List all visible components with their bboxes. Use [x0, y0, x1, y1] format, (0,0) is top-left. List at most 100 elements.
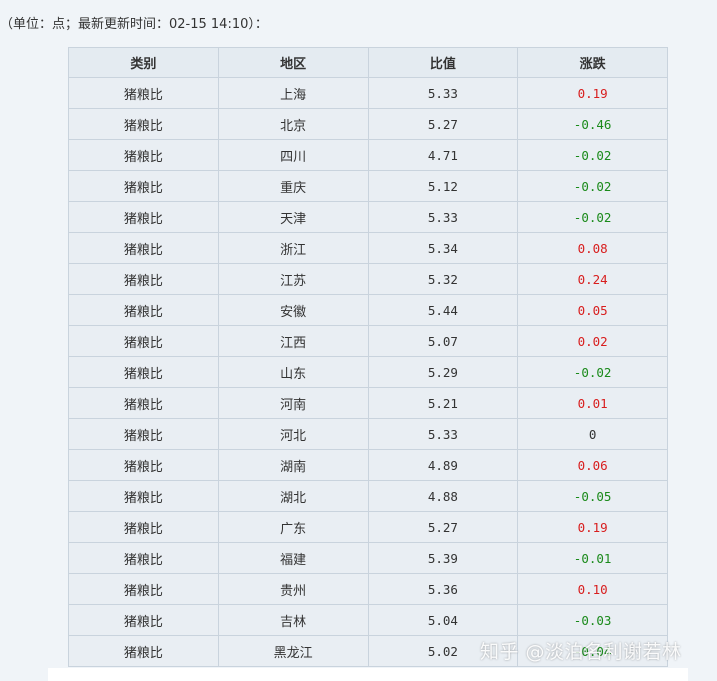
- cell-region: 河南: [217, 387, 369, 419]
- cell-change: 0.19: [517, 511, 668, 543]
- cell-change: -0.01: [517, 542, 668, 574]
- cell-ratio: 5.33: [367, 418, 519, 450]
- cell-ratio: 5.04: [367, 604, 519, 636]
- cell-region: 湖北: [217, 480, 369, 512]
- cell-region: 河北: [217, 418, 369, 450]
- cell-region: 浙江: [217, 232, 369, 264]
- table-row: 猪粮比 福建 5.39 -0.01: [68, 542, 668, 574]
- cell-ratio: 5.07: [367, 325, 519, 357]
- cell-ratio: 5.36: [367, 573, 519, 605]
- cell-change: -0.03: [517, 604, 668, 636]
- table-row: 猪粮比 北京 5.27 -0.46: [68, 108, 668, 140]
- cell-category: 猪粮比: [68, 387, 219, 419]
- cell-change: 0.24: [517, 263, 668, 295]
- cell-region: 重庆: [217, 170, 369, 202]
- cell-change: -0.02: [517, 201, 668, 233]
- cell-region: 江西: [217, 325, 369, 357]
- cell-category: 猪粮比: [68, 263, 219, 295]
- update-note: （单位：点；最新更新时间：02-15 14:10）：: [0, 17, 268, 32]
- table-row: 猪粮比 天津 5.33 -0.02: [68, 201, 668, 233]
- pig-grain-ratio-table: 类别 地区 比值 涨跌 猪粮比 上海 5.33 0.19 猪粮比 北京 5.27 -0.46 猪…: [68, 47, 668, 667]
- cell-category: 猪粮比: [68, 294, 219, 326]
- cell-change: 0.05: [517, 294, 668, 326]
- cell-region: 天津: [217, 201, 369, 233]
- cell-ratio: 5.33: [367, 77, 519, 109]
- cell-category: 猪粮比: [68, 418, 219, 450]
- cell-ratio: 4.89: [367, 449, 519, 481]
- cell-category: 猪粮比: [68, 201, 219, 233]
- cell-category: 猪粮比: [68, 480, 219, 512]
- cell-ratio: 4.88: [367, 480, 519, 512]
- table-row: 猪粮比 河北 5.33 0: [68, 418, 668, 450]
- cell-category: 猪粮比: [68, 108, 219, 140]
- table-body: 猪粮比 上海 5.33 0.19 猪粮比 北京 5.27 -0.46 猪粮比 四川 4.71 -0.0…: [68, 77, 668, 667]
- table-row: 猪粮比 山东 5.29 -0.02: [68, 356, 668, 388]
- cell-change: -0.02: [517, 356, 668, 388]
- cell-region: 贵州: [217, 573, 369, 605]
- cell-ratio: 5.29: [367, 356, 519, 388]
- cell-region: 江苏: [217, 263, 369, 295]
- cell-category: 猪粮比: [68, 356, 219, 388]
- table-row: 猪粮比 安徽 5.44 0.05: [68, 294, 668, 326]
- cell-ratio: 5.27: [367, 511, 519, 543]
- column-header-category: 类别: [68, 47, 219, 78]
- table-row: 猪粮比 吉林 5.04 -0.03: [68, 604, 668, 636]
- table-row: 猪粮比 浙江 5.34 0.08: [68, 232, 668, 264]
- table-row: 猪粮比 上海 5.33 0.19: [68, 77, 668, 109]
- cell-category: 猪粮比: [68, 511, 219, 543]
- table-row: 猪粮比 江苏 5.32 0.24: [68, 263, 668, 295]
- cell-category: 猪粮比: [68, 604, 219, 636]
- cell-change: -0.02: [517, 139, 668, 171]
- cell-category: 猪粮比: [68, 635, 219, 667]
- column-header-change: 涨跌: [517, 47, 668, 78]
- cell-change: 0.01: [517, 387, 668, 419]
- cell-change: 0.06: [517, 449, 668, 481]
- cell-change: -0.05: [517, 480, 668, 512]
- table-row: 猪粮比 湖南 4.89 0.06: [68, 449, 668, 481]
- table-row: 猪粮比 广东 5.27 0.19: [68, 511, 668, 543]
- cell-ratio: 5.32: [367, 263, 519, 295]
- cell-change: 0: [517, 418, 668, 450]
- cell-change: 0.19: [517, 77, 668, 109]
- cell-ratio: 5.33: [367, 201, 519, 233]
- watermark-text: 知乎 @淡泊名利谢若林: [480, 641, 682, 663]
- column-header-ratio: 比值: [367, 47, 519, 78]
- table-row: 猪粮比 四川 4.71 -0.02: [68, 139, 668, 171]
- cell-ratio: 5.21: [367, 387, 519, 419]
- cell-ratio: 5.34: [367, 232, 519, 264]
- cell-region: 北京: [217, 108, 369, 140]
- cell-category: 猪粮比: [68, 139, 219, 171]
- cell-ratio: 5.44: [367, 294, 519, 326]
- cell-change: 0.10: [517, 573, 668, 605]
- cell-change: -0.02: [517, 170, 668, 202]
- table-row: 猪粮比 贵州 5.36 0.10: [68, 573, 668, 605]
- table-header-row: 类别 地区 比值 涨跌: [68, 47, 668, 78]
- cell-region: 黑龙江: [217, 635, 369, 667]
- cell-ratio: 5.27: [367, 108, 519, 140]
- cell-region: 上海: [217, 77, 369, 109]
- cell-region: 广东: [217, 511, 369, 543]
- bottom-strip: [48, 668, 688, 681]
- table-row: 猪粮比 河南 5.21 0.01: [68, 387, 668, 419]
- cell-region: 湖南: [217, 449, 369, 481]
- cell-change: 0.02: [517, 325, 668, 357]
- cell-region: 福建: [217, 542, 369, 574]
- cell-region: 山东: [217, 356, 369, 388]
- cell-category: 猪粮比: [68, 449, 219, 481]
- cell-ratio: 5.12: [367, 170, 519, 202]
- cell-category: 猪粮比: [68, 325, 219, 357]
- cell-category: 猪粮比: [68, 542, 219, 574]
- cell-region: 吉林: [217, 604, 369, 636]
- pig-grain-ratio-table-container: 类别 地区 比值 涨跌 猪粮比 上海 5.33 0.19 猪粮比 北京 5.27 -0.46 猪…: [68, 47, 668, 667]
- cell-ratio: 4.71: [367, 139, 519, 171]
- column-header-region: 地区: [217, 47, 369, 78]
- cell-change: -0.46: [517, 108, 668, 140]
- cell-category: 猪粮比: [68, 77, 219, 109]
- cell-category: 猪粮比: [68, 232, 219, 264]
- cell-category: 猪粮比: [68, 170, 219, 202]
- cell-region: 安徽: [217, 294, 369, 326]
- cell-ratio: 5.39: [367, 542, 519, 574]
- cell-region: 四川: [217, 139, 369, 171]
- table-row: 猪粮比 湖北 4.88 -0.05: [68, 480, 668, 512]
- table-row: 猪粮比 重庆 5.12 -0.02: [68, 170, 668, 202]
